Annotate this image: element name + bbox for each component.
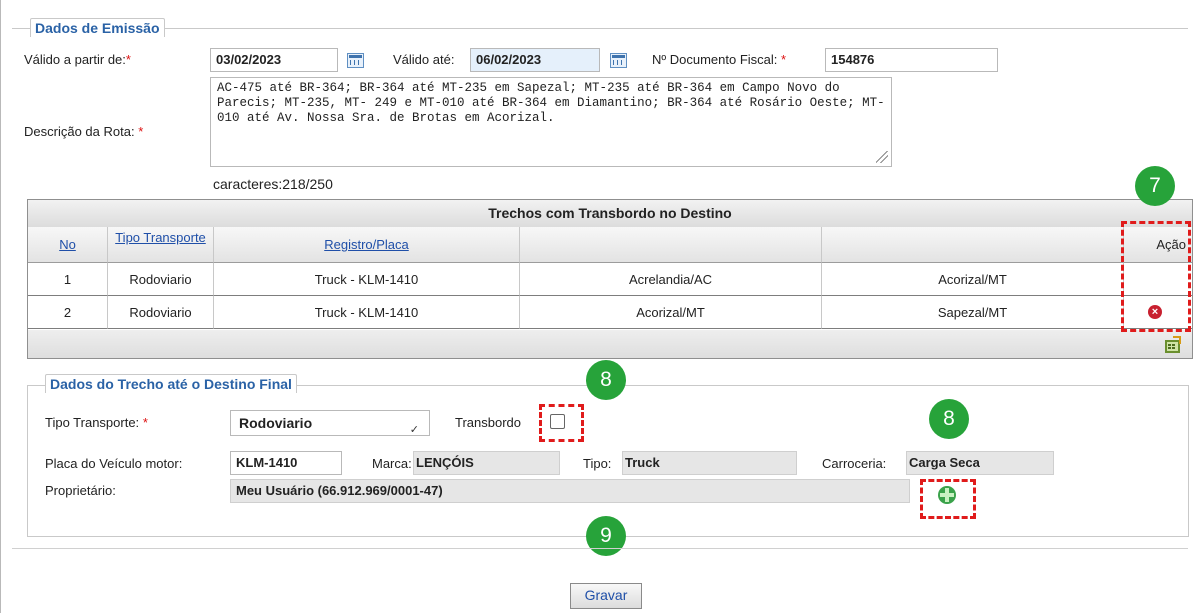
table-row: Acorizal/MT (520, 296, 822, 329)
placa-label: Placa do Veículo motor: (45, 456, 183, 471)
table-row: Truck - KLM-1410 (214, 263, 520, 296)
valid-from-input[interactable]: 03/02/2023 (210, 48, 338, 72)
route-label: Descrição da Rota: * (24, 124, 144, 139)
annotation-badge-8: 8 (586, 360, 626, 400)
calendar-icon[interactable] (347, 53, 364, 68)
table-row: Rodoviario (108, 263, 214, 296)
header-no[interactable]: No (28, 227, 108, 263)
header-destino (822, 227, 1124, 263)
table-title: Trechos com Transbordo no Destino (28, 200, 1192, 228)
annotation-badge-9: 9 (586, 516, 626, 556)
header-registro-placa[interactable]: Registro/Placa (214, 227, 520, 263)
proprietario-label: Proprietário: (45, 483, 116, 498)
header-tipo-transporte[interactable]: Tipo Transporte (108, 227, 214, 263)
annotation-badge-8: 8 (929, 399, 969, 439)
transbordo-table: Trechos com Transbordo no Destino No Tip… (27, 199, 1193, 359)
marca-label: Marca: (372, 456, 412, 471)
carroceria-label: Carroceria: (822, 456, 887, 471)
table-row: Truck - KLM-1410 (214, 296, 520, 329)
annotation-badge-7: 7 (1135, 166, 1175, 206)
doc-number-input[interactable]: 154876 (825, 48, 998, 72)
route-textarea[interactable] (210, 77, 892, 167)
resize-handle[interactable] (876, 151, 888, 163)
emission-fieldset (12, 28, 1188, 29)
annotation-highlight-transbordo (539, 404, 584, 442)
table-footer (28, 330, 1192, 358)
valid-to-label: Válido até: (393, 52, 455, 67)
spreadsheet-export-icon[interactable] (1164, 336, 1182, 354)
table-row: 1 (28, 263, 108, 296)
carroceria-field: Carga Seca (906, 451, 1054, 475)
final-legend: Dados do Trecho até o Destino Final (45, 374, 297, 393)
valid-from-label: Válido a partir de:* (24, 52, 131, 67)
emission-legend: Dados de Emissão (30, 18, 165, 37)
tipo-transporte-select[interactable]: Rodoviario ✓ (230, 410, 430, 436)
chevron-down-icon: ✓ (409, 424, 419, 436)
save-button[interactable]: Gravar (570, 583, 642, 609)
proprietario-field: Meu Usuário (66.912.969/0001-47) (230, 479, 910, 503)
tipo-transporte-label: Tipo Transporte: * (45, 415, 148, 430)
page-left-border (0, 0, 1, 613)
annotation-highlight-add (920, 479, 976, 519)
calendar-icon[interactable] (610, 53, 627, 68)
table-row: Rodoviario (108, 296, 214, 329)
header-origem (520, 227, 822, 263)
section-divider (12, 548, 1188, 549)
tipo-veiculo-field: Truck (622, 451, 797, 475)
marca-field: LENÇÓIS (413, 451, 560, 475)
transbordo-label: Transbordo (455, 415, 521, 430)
table-row: Acorizal/MT (822, 263, 1124, 296)
table-row: 2 (28, 296, 108, 329)
table-row: Sapezal/MT (822, 296, 1124, 329)
valid-to-input[interactable]: 06/02/2023 (470, 48, 600, 72)
tipo-veiculo-label: Tipo: (583, 456, 612, 471)
doc-number-label: Nº Documento Fiscal: * (652, 52, 787, 67)
annotation-highlight-acao (1121, 221, 1191, 332)
char-counter: caracteres:218/250 (213, 176, 333, 192)
placa-input[interactable]: KLM-1410 (230, 451, 342, 475)
table-row: Acrelandia/AC (520, 263, 822, 296)
